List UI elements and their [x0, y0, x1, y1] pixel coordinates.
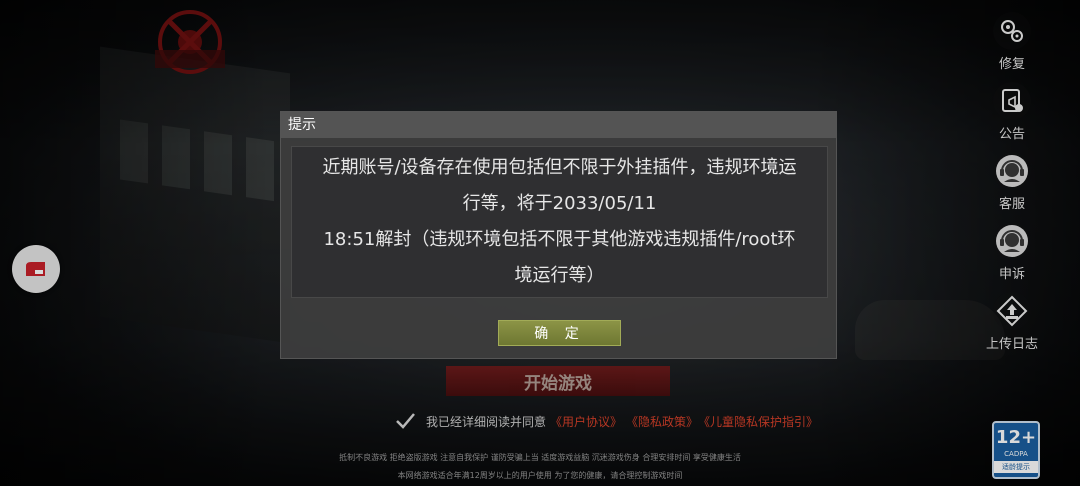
dialog-message-line: 境运行等）: [514, 265, 605, 286]
dialog-message-line: 近期账号/设备存在使用包括但不限于外挂插件，违规环境运: [322, 157, 797, 178]
dialog-message: 近期账号/设备存在使用包括但不限于外挂插件，违规环境运 行等，将于2033/05…: [291, 146, 828, 298]
dialog-message-line: 行等，将于2033/05/11: [462, 193, 657, 214]
dialog-title: 提示: [281, 112, 836, 138]
confirm-button[interactable]: 确 定: [498, 320, 621, 346]
notice-dialog: 提示 近期账号/设备存在使用包括但不限于外挂插件，违规环境运 行等，将于2033…: [280, 111, 837, 359]
dialog-message-line: 18:51解封（违规环境包括不限于其他游戏违规插件/root环: [323, 229, 796, 250]
